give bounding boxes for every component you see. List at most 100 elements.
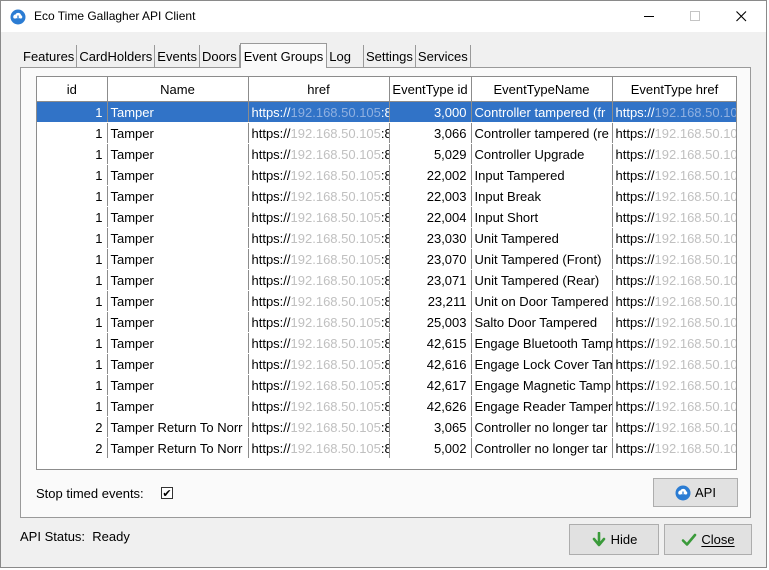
api-button[interactable]: API [653,478,738,507]
cell-name[interactable]: Tamper [107,353,249,375]
cell-event-type-name[interactable]: Unit on Door Tampered [471,290,613,312]
cell-href[interactable]: https://192.168.50.105:8 [248,269,390,291]
cell-event-type-href[interactable]: https://192.168.50.10 [612,311,736,333]
cell-event-type-name[interactable]: Controller tampered (fr [471,101,613,123]
cell-event-type-name[interactable]: Engage Lock Cover Tam [471,353,613,375]
cell-href[interactable]: https://192.168.50.105:8 [248,185,390,207]
table-row[interactable]: 1Tamperhttps://192.168.50.105:83,000Cont… [37,101,736,123]
cell-id[interactable]: 1 [37,311,108,333]
table-row[interactable]: 2 Tamper Return To Norr https://192.168.50… [37,416,736,438]
close-button[interactable]: Close [664,524,752,555]
column-header-event-type-href[interactable]: EventType href [612,77,736,102]
tab-features[interactable]: Features [21,45,78,67]
table-row[interactable]: 1Tamperhttps://192.168.50.105:822,003Inp… [37,185,736,207]
cell-event-type-id[interactable]: 5,002 [389,437,472,459]
table-row[interactable]: 1Tamperhttps://192.168.50.105:842,616Eng… [37,353,736,375]
table-row[interactable]: 1Tamperhttps://192.168.50.105:822,002Inp… [37,164,736,186]
cell-href[interactable]: https://192.168.50.105:8 [248,164,390,186]
cell-event-type-href[interactable]: https://192.168.50.10 [612,143,736,165]
cell-name[interactable]: Tamper Return To Norr [107,416,249,438]
cell-event-type-id[interactable]: 42,615 [389,332,472,354]
cell-id[interactable]: 2 [37,416,108,438]
cell-event-type-href[interactable]: https://192.168.50.10 [612,122,736,144]
cell-href[interactable]: https://192.168.50.105:8 [248,437,390,459]
cell-id[interactable]: 1 [37,206,108,228]
cell-event-type-href[interactable]: https://192.168.50.10 [612,206,736,228]
cell-event-type-id[interactable]: 42,617 [389,374,472,396]
cell-href[interactable]: https://192.168.50.105:8 [248,143,390,165]
cell-event-type-href[interactable]: https://192.168.50.10 [612,437,736,459]
cell-name[interactable]: Tamper [107,248,249,270]
table-row[interactable]: 1Tamperhttps://192.168.50.105:823,071Uni… [37,269,736,291]
cell-id[interactable]: 1 [37,185,108,207]
cell-name[interactable]: Tamper [107,311,249,333]
column-header-event-type-id[interactable]: EventType id [389,77,472,102]
cell-name[interactable]: Tamper [107,101,249,123]
cell-id[interactable]: 1 [37,332,108,354]
cell-name[interactable]: Tamper [107,395,249,417]
cell-event-type-href[interactable]: https://192.168.50.10 [612,227,736,249]
cell-event-type-id[interactable]: 23,070 [389,248,472,270]
tab-services[interactable]: Services [416,45,471,67]
cell-event-type-name[interactable]: Unit Tampered (Rear) [471,269,613,291]
hide-button[interactable]: Hide [569,524,659,555]
cell-name[interactable]: Tamper [107,206,249,228]
cell-event-type-id[interactable]: 23,071 [389,269,472,291]
cell-event-type-name[interactable]: Controller tampered (re [471,122,613,144]
cell-name[interactable]: Tamper [107,374,249,396]
cell-event-type-id[interactable]: 25,003 [389,311,472,333]
table-row[interactable]: 1Tamperhttps://192.168.50.105:823,211Uni… [37,290,736,312]
cell-event-type-href[interactable]: https://192.168.50.10 [612,290,736,312]
cell-id[interactable]: 1 [37,248,108,270]
cell-href[interactable]: https://192.168.50.105:8 [248,332,390,354]
cell-name[interactable]: Tamper [107,269,249,291]
cell-href[interactable]: https://192.168.50.105:8 [248,101,390,123]
table-row[interactable]: 1Tamperhttps://192.168.50.105:842,626Eng… [37,395,736,417]
cell-event-type-id[interactable]: 22,004 [389,206,472,228]
cell-event-type-id[interactable]: 42,626 [389,395,472,417]
column-header-name[interactable]: Name [107,77,249,102]
cell-event-type-href[interactable]: https://192.168.50.10 [612,353,736,375]
cell-event-type-name[interactable]: Engage Magnetic Tamp [471,374,613,396]
cell-event-type-href[interactable]: https://192.168.50.10 [612,164,736,186]
event-groups-grid[interactable]: id Name href EventType id EventTypeName … [36,76,737,470]
cell-href[interactable]: https://192.168.50.105:8 [248,395,390,417]
cell-event-type-name[interactable]: Controller Upgrade [471,143,613,165]
cell-href[interactable]: https://192.168.50.105:8 [248,248,390,270]
cell-href[interactable]: https://192.168.50.105:8 [248,311,390,333]
cell-name[interactable]: Tamper [107,122,249,144]
cell-name[interactable]: Tamper [107,164,249,186]
cell-id[interactable]: 1 [37,290,108,312]
cell-id[interactable]: 1 [37,122,108,144]
cell-id[interactable]: 2 [37,437,108,459]
cell-event-type-name[interactable]: Input Break [471,185,613,207]
cell-name[interactable]: Tamper [107,227,249,249]
cell-id[interactable]: 1 [37,227,108,249]
cell-event-type-href[interactable]: https://192.168.50.10 [612,269,736,291]
cell-name[interactable]: Tamper [107,143,249,165]
tab-doors[interactable]: Doors [200,45,240,67]
cell-href[interactable]: https://192.168.50.105:8 [248,374,390,396]
cell-event-type-id[interactable]: 23,030 [389,227,472,249]
column-header-event-type-name[interactable]: EventTypeName [471,77,613,102]
table-row[interactable]: 1Tamperhttps://192.168.50.105:842,615Eng… [37,332,736,354]
cell-event-type-name[interactable]: Unit Tampered [471,227,613,249]
window-close-button[interactable] [718,1,764,32]
cell-event-type-id[interactable]: 42,616 [389,353,472,375]
cell-event-type-name[interactable]: Controller no longer tar [471,437,613,459]
minimize-button[interactable] [626,1,672,32]
cell-href[interactable]: https://192.168.50.105:8 [248,206,390,228]
tab-settings[interactable]: Settings [364,45,416,67]
cell-name[interactable]: Tamper [107,185,249,207]
cell-id[interactable]: 1 [37,374,108,396]
cell-event-type-name[interactable]: Engage Bluetooth Tamp [471,332,613,354]
column-header-id[interactable]: id [37,77,108,102]
cell-id[interactable]: 1 [37,143,108,165]
maximize-button[interactable] [672,1,718,32]
table-row[interactable]: 1Tamperhttps://192.168.50.105:823,070Uni… [37,248,736,270]
cell-event-type-name[interactable]: Unit Tampered (Front) [471,248,613,270]
cell-event-type-id[interactable]: 23,211 [389,290,472,312]
cell-event-type-name[interactable]: Input Tampered [471,164,613,186]
tab-cardholders[interactable]: CardHolders [77,45,156,67]
cell-event-type-href[interactable]: https://192.168.50.10 [612,374,736,396]
